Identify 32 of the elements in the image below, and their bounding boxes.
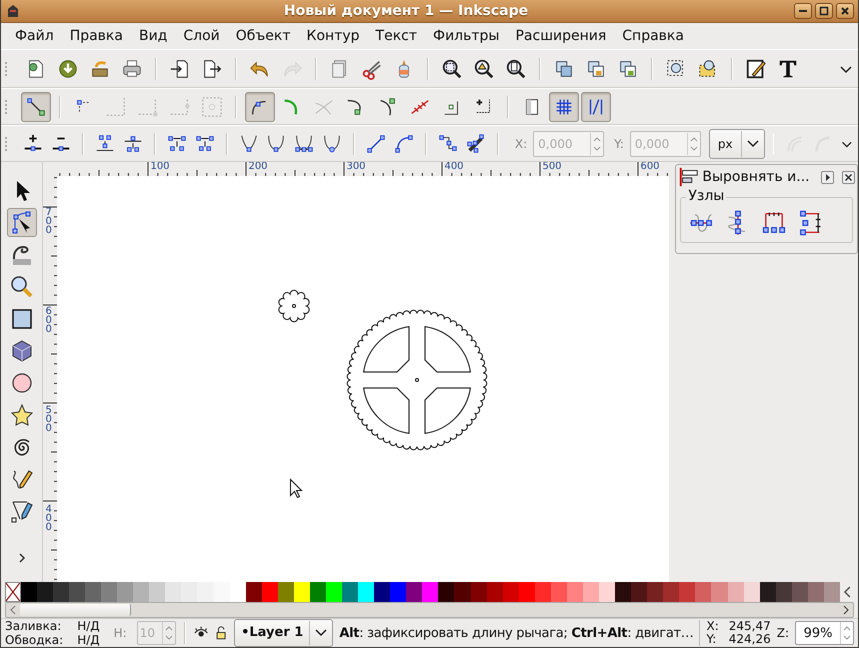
menu-item[interactable]: Контур [298,26,368,46]
zoom-label: Z: [776,626,790,640]
coordinate-label: Y: [614,136,624,150]
opacity-label: H: [114,626,127,640]
menu-item[interactable]: Объект [228,26,299,46]
menu-item[interactable]: Файл [7,26,62,46]
y-label: Y: [706,633,718,646]
window-title: Новый документ 1 — Inkscape [282,3,530,19]
menu-item[interactable]: Справка [614,26,692,46]
fill-label: Заливка: [5,619,62,633]
stroke-value: Н/Д [77,633,100,647]
menu-item[interactable]: Фильтры [425,26,508,46]
ruler-label: 700 [45,208,53,235]
menu-item[interactable]: Правка [62,26,131,46]
coordinate-label: X: [514,136,528,150]
menu-item[interactable]: Вид [130,26,176,46]
menu-item[interactable]: Слой [175,26,228,46]
ruler-label: 500 [45,406,53,433]
layer-dropdown[interactable]: •Layer 1 [234,619,334,647]
menu-item[interactable]: Текст [368,26,426,46]
stroke-label: Обводка: [5,633,64,647]
y-value: 424,26 [728,633,771,646]
fill-value: Н/Д [77,619,100,633]
zoom-field[interactable]: 99% [795,621,854,645]
x-value: 245,47 [728,620,771,633]
menu-item[interactable]: Расширения [507,26,614,46]
ruler-label: 600 [45,307,53,334]
status-message: Alt: зафиксировать длину рычага; Ctrl+Alt: двигат… [339,626,694,640]
panel-title: Выровнять и... [702,169,811,185]
unit-dropdown[interactable]: px [708,128,765,158]
x-label: X: [706,620,719,633]
ruler-label: 400 [45,505,53,532]
